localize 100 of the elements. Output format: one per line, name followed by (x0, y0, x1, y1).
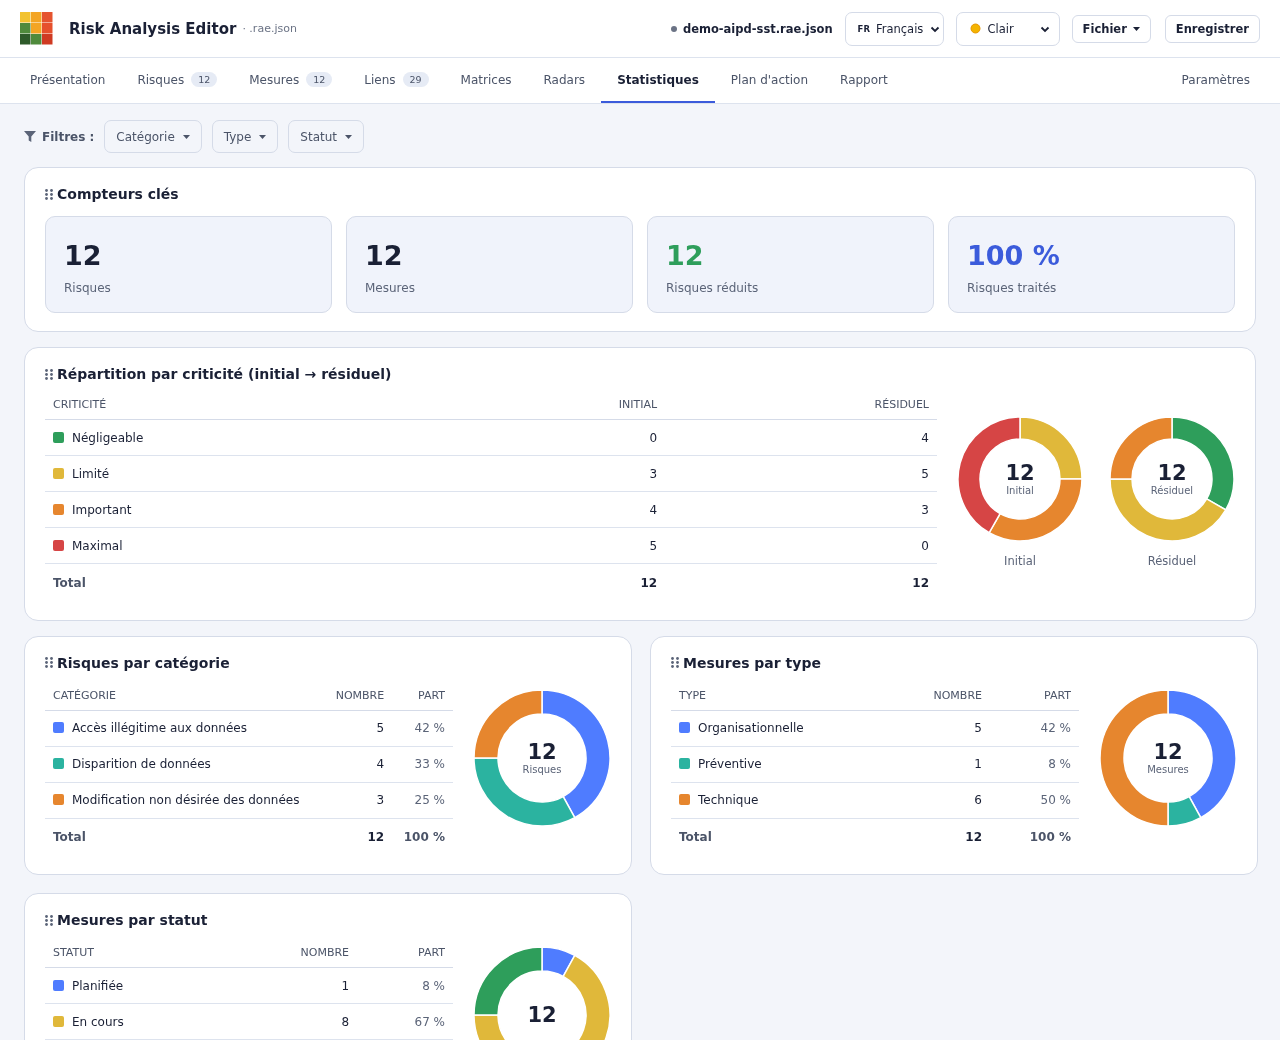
column-header: PART (990, 680, 1079, 710)
table-cell: Négligeable (45, 419, 456, 456)
donut-center-label: Mesures (1147, 764, 1189, 775)
count-badge: 12 (191, 72, 218, 87)
table-cell: Accès illégitime aux données (45, 710, 324, 746)
table-cell: Important (45, 491, 456, 528)
table-cell: 0 (455, 419, 666, 456)
table-cell: 67 % (357, 1003, 453, 1040)
card-title: Risques par catégorie (57, 654, 230, 671)
table-cell: 4 (455, 491, 666, 528)
donut-center-value: 12 (1153, 740, 1183, 764)
filter-dropdown[interactable]: Catégorie (104, 120, 202, 153)
table-cell: 6 (889, 782, 990, 818)
status-dot-icon (670, 25, 677, 32)
total-cell: 12 (889, 818, 990, 856)
table-cell: 5 (323, 710, 393, 746)
app-title: Risk Analysis Editor (69, 19, 237, 38)
total-cell: 100 % (990, 818, 1079, 856)
table-cell: Organisationnelle (671, 710, 890, 746)
nav-tab[interactable]: Matrices (444, 58, 528, 103)
donut-center-value: 12 (527, 740, 557, 764)
nav-tab[interactable]: Présentation (14, 58, 122, 103)
table-cell: 50 % (990, 782, 1079, 818)
nav-tab[interactable]: Mesures 12 (233, 58, 349, 103)
table-cell: 4 (665, 419, 937, 456)
total-cell: Total (45, 818, 324, 856)
column-header: CRITICITÉ (45, 390, 456, 420)
theme-select[interactable]: Clair (955, 11, 1060, 46)
table-cell: Limité (45, 455, 456, 492)
total-cell: 12 (323, 818, 393, 856)
nav-tab[interactable]: Risques 12 (121, 58, 234, 103)
language-select[interactable]: FR Français (844, 11, 944, 46)
counter-label: Mesures (365, 281, 416, 295)
column-header: TYPE (671, 680, 890, 710)
donut-center-label: Résiduel (1150, 485, 1194, 497)
column-header: PART (392, 680, 453, 710)
nav-tab[interactable]: Plan d'action (714, 58, 825, 103)
counter-value: 100 % (967, 239, 1061, 273)
table-cell: 3 (455, 455, 666, 492)
nav-tab[interactable]: Radars (527, 58, 602, 103)
logo-grid-icon (20, 12, 53, 45)
table-cell: Disparition de données (45, 746, 324, 782)
filter-dropdown[interactable]: Statut (288, 120, 365, 153)
column-header: NOMBRE (223, 938, 358, 968)
table-cell: 8 % (357, 967, 453, 1004)
column-header: NOMBRE (323, 680, 393, 710)
counter-label: Risques réduits (666, 281, 760, 295)
chart-caption: Initial (1004, 553, 1036, 568)
header-button[interactable]: Enregistrer (1164, 14, 1260, 43)
total-cell: 12 (455, 563, 666, 602)
table-cell: Préventive (671, 746, 890, 782)
caret-icon (1132, 26, 1140, 31)
table-cell: 5 (665, 455, 937, 492)
table-cell: 4 (323, 746, 393, 782)
column-header: STATUT (45, 938, 224, 968)
table-cell: Modification non désirée des données (45, 782, 324, 818)
drag-handle-icon (45, 657, 53, 668)
table-cell: 1 (889, 746, 990, 782)
settings-tab[interactable]: Paramètres (1165, 58, 1266, 103)
table-cell: En cours (45, 1003, 224, 1040)
table-cell: 8 (223, 1003, 358, 1040)
counter-label: Risques traités (967, 281, 1058, 295)
chart-caption: Résiduel (1147, 553, 1197, 568)
caret-icon (259, 134, 267, 139)
table-cell: 42 % (990, 710, 1079, 746)
donut-center-label: Initial (1006, 485, 1034, 497)
card-title: Répartition par criticité (initial → résiduel) (57, 366, 392, 382)
counter-label: Risques (64, 281, 112, 295)
drag-handle-icon (45, 368, 53, 380)
donut-center-label: Risques (522, 764, 562, 775)
total-cell: 100 % (392, 818, 453, 856)
caret-icon (345, 134, 353, 139)
nav-tab[interactable]: Rapport (824, 58, 904, 103)
donut-center-value: 12 (1157, 461, 1187, 486)
table-cell: 5 (455, 527, 666, 564)
total-cell: 12 (665, 563, 937, 602)
column-header: NOMBRE (889, 680, 990, 710)
column-header: CATÉGORIE (45, 680, 324, 710)
app-subtitle: · .rae.json (242, 22, 297, 35)
column-header: RÉSIDUEL (665, 390, 937, 420)
nav-tab[interactable]: Liens 29 (348, 58, 445, 103)
table-cell: 42 % (392, 710, 453, 746)
count-badge: 29 (402, 72, 429, 87)
counter-value: 12 (666, 239, 705, 273)
table-cell: 1 (223, 967, 358, 1004)
donut-center-value: 12 (1005, 461, 1035, 486)
filter-icon (24, 131, 36, 142)
caret-icon (182, 134, 190, 139)
filter-dropdown[interactable]: Type (211, 120, 279, 153)
nav-tab[interactable]: Statistiques (601, 58, 715, 103)
table-cell: Technique (671, 782, 890, 818)
table-cell: 3 (665, 491, 937, 528)
sun-icon (968, 22, 982, 35)
table-cell: Maximal (45, 527, 456, 564)
table-cell: 3 (323, 782, 393, 818)
column-header: INITIAL (455, 390, 666, 420)
table-cell: 5 (889, 710, 990, 746)
header-button[interactable]: Fichier (1071, 14, 1151, 43)
card-title: Mesures par type (683, 654, 821, 671)
count-badge: 12 (306, 72, 333, 87)
